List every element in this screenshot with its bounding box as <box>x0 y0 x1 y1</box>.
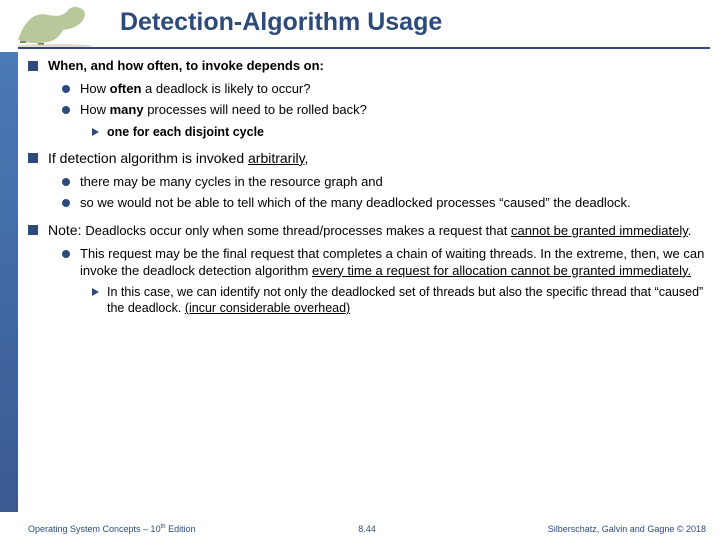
dot-icon <box>62 85 70 93</box>
bullet-text: Note: Deadlocks occur only when some thr… <box>48 222 706 240</box>
dot-icon <box>62 250 70 258</box>
triangle-icon <box>92 128 99 136</box>
dot-icon <box>62 178 70 186</box>
bullet-text: This request may be the final request th… <box>80 246 706 279</box>
bullet-text: there may be many cycles in the resource… <box>80 174 706 191</box>
square-icon <box>28 61 38 71</box>
bullet-text: one for each disjoint cycle <box>107 124 706 140</box>
slide-body: When, and how often, to invoke depends o… <box>28 58 706 512</box>
footer-right: Silberschatz, Galvin and Gagne © 2018 <box>548 524 706 534</box>
sidebar-strip <box>0 52 18 512</box>
bullet-triangle: In this case, we can identify not only t… <box>92 284 706 316</box>
bullet-dot: This request may be the final request th… <box>62 246 706 279</box>
bullet-text: If detection algorithm is invoked arbitr… <box>48 150 706 168</box>
square-icon <box>28 225 38 235</box>
bullet-text: How often a deadlock is likely to occur? <box>80 81 706 98</box>
triangle-icon <box>92 288 99 296</box>
bullet-text: When, and how often, to invoke depends o… <box>48 58 706 75</box>
bullet-dot: there may be many cycles in the resource… <box>62 174 706 191</box>
footer-left: Operating System Concepts – 10th Edition <box>28 524 196 534</box>
dot-icon <box>62 199 70 207</box>
bullet-text: so we would not be able to tell which of… <box>80 195 706 212</box>
bullet-square: If detection algorithm is invoked arbitr… <box>28 150 706 168</box>
slide-footer: Operating System Concepts – 10th Edition… <box>28 524 706 534</box>
bullet-square: Note: Deadlocks occur only when some thr… <box>28 222 706 240</box>
footer-page: 8.44 <box>358 524 376 534</box>
dinosaur-logo <box>8 0 100 48</box>
slide-header: Detection-Algorithm Usage <box>0 0 720 52</box>
bullet-square: When, and how often, to invoke depends o… <box>28 58 706 75</box>
bullet-text: How many processes will need to be rolle… <box>80 102 706 119</box>
bullet-dot: so we would not be able to tell which of… <box>62 195 706 212</box>
bullet-text: In this case, we can identify not only t… <box>107 284 706 316</box>
bullet-triangle: one for each disjoint cycle <box>92 124 706 140</box>
dot-icon <box>62 106 70 114</box>
slide-title: Detection-Algorithm Usage <box>110 8 720 37</box>
square-icon <box>28 153 38 163</box>
bullet-dot: How many processes will need to be rolle… <box>62 102 706 119</box>
bullet-dot: How often a deadlock is likely to occur? <box>62 81 706 98</box>
title-rule <box>18 47 710 49</box>
